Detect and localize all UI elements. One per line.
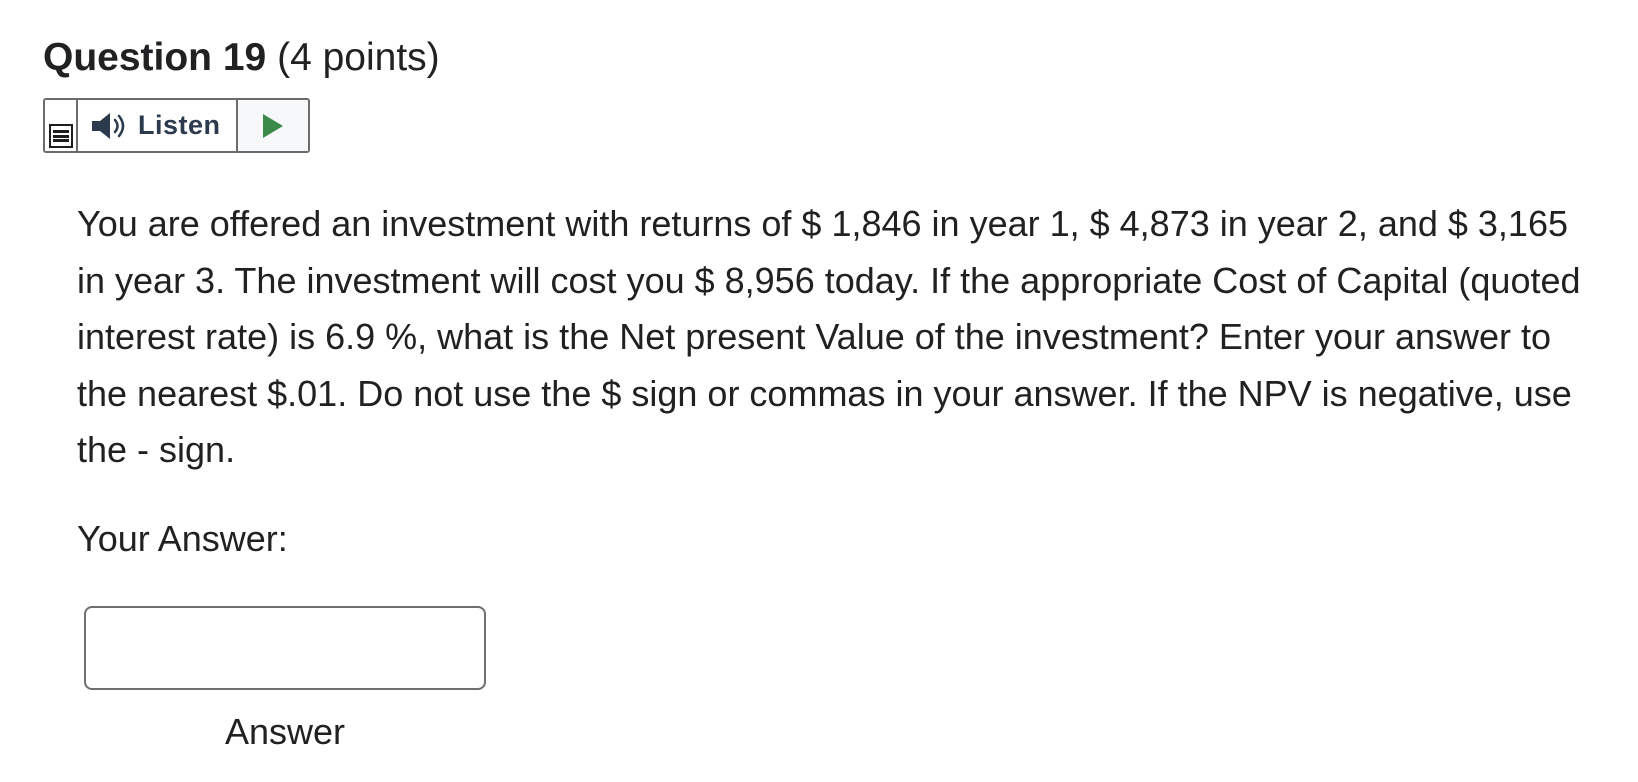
question-text: You are offered an investment with retur…: [77, 203, 1581, 470]
answer-input[interactable]: [84, 606, 486, 690]
listen-toolbar: Listen: [43, 98, 310, 153]
listen-button[interactable]: Listen: [78, 100, 238, 151]
question-header: Question 19 (4 points): [43, 34, 440, 82]
menu-icon: [49, 124, 73, 148]
answer-prompt: Your Answer:: [77, 518, 288, 559]
play-icon: [263, 113, 283, 138]
speaker-icon: [92, 112, 125, 139]
listen-menu-button[interactable]: [45, 100, 78, 151]
listen-label: Listen: [138, 110, 221, 140]
answer-caption: Answer: [224, 711, 346, 752]
question-points: (4 points): [277, 36, 440, 79]
play-button[interactable]: [238, 100, 308, 151]
question-title: Question 19: [43, 36, 267, 79]
